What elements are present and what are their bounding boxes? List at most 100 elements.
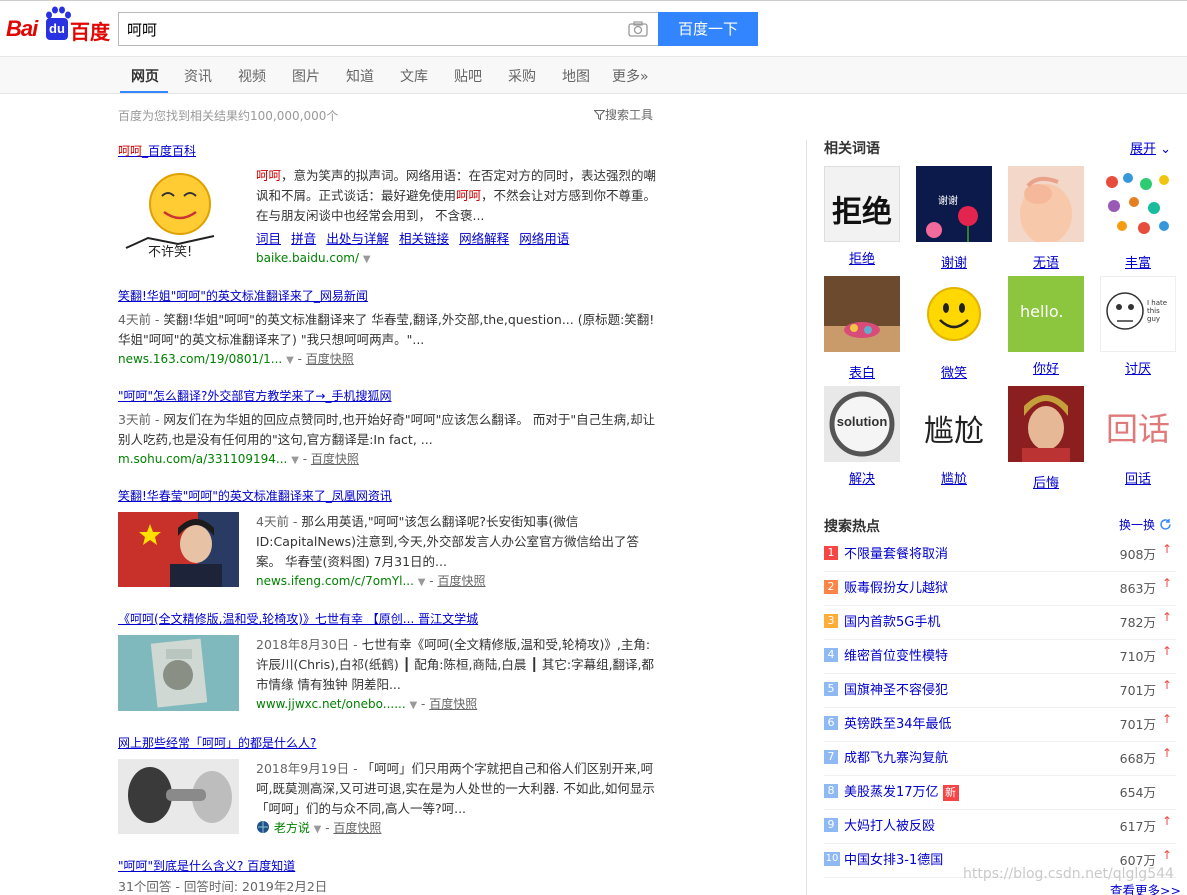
related-image: 尴尬 [916,386,992,462]
more-link[interactable]: 查看更多>> [1110,880,1181,895]
hot-title-link[interactable]: 国内首款5G手机 [844,611,940,630]
baidu-logo[interactable]: Bai du 百度 [6,6,110,46]
tab-images[interactable]: 图片 [292,66,320,86]
hot-count: 782万 [1119,615,1156,630]
hot-item[interactable]: 5 国旗神圣不容侵犯 701万 ↑ [824,674,1176,708]
related-item-jiejue[interactable]: solution 解决 [824,386,900,487]
filter-icon [593,110,606,121]
related-item-nihao[interactable]: hello. 你好 [1008,276,1084,377]
result-title[interactable]: 笑翻!华春莹"呵呵"的英文标准翻译来了_凤凰网资讯 [118,487,658,504]
arrow-up-icon: ↑ [1161,848,1172,862]
hot-rank: 7 [824,750,838,764]
sublink-chuchu[interactable]: 出处与详解 [326,231,389,246]
arrow-up-icon: ↑ [1161,712,1172,726]
hot-item[interactable]: 8 美股蒸发17万亿新 654万 [824,776,1176,810]
hot-rank: 10 [824,852,840,866]
top-border [0,0,1187,1]
snapshot-link[interactable]: 百度快照 [306,352,354,366]
hot-item[interactable]: 1 不限量套餐将取消 908万 ↑ [824,538,1176,572]
arrow-up-icon: ↑ [1161,576,1172,590]
hot-item[interactable]: 4 维密首位变性模特 710万 ↑ [824,640,1176,674]
sublink-citiao[interactable]: 词目 [256,231,281,246]
hot-count: 710万 [1119,649,1156,664]
tab-wenku[interactable]: 文库 [400,66,428,86]
spokesperson-thumbnail[interactable] [118,512,239,587]
related-item-xiexie[interactable]: 谢谢 谢谢 [916,166,992,271]
tab-map[interactable]: 地图 [562,66,590,86]
related-item-houhui[interactable]: 后悔 [1008,386,1084,491]
arrow-up-icon: ↑ [1161,610,1172,624]
hot-item[interactable]: 7 成都飞九寨沟复航 668万 ↑ [824,742,1176,776]
hot-item[interactable]: 3 国内首款5G手机 782万 ↑ [824,606,1176,640]
related-item-huihua[interactable]: 回话 回话 [1100,386,1176,487]
hot-count: 701万 [1119,683,1156,698]
result-abstract: 2018年8月30日 - 七世有幸《呵呵(全文精修版,温和受,轮椅攻)》,主角:… [256,637,655,692]
refresh-label: 换一换 [1119,518,1156,532]
expand-button[interactable]: 展开 ⌄ [1130,138,1171,157]
new-badge: 新 [942,785,959,801]
search-input[interactable] [119,13,599,45]
svg-text:谢谢: 谢谢 [938,194,958,207]
search-button[interactable]: 百度一下 [658,12,758,46]
tab-web[interactable]: 网页 [131,66,159,86]
refresh-button[interactable]: 换一换 [1119,516,1172,533]
result-title[interactable]: 网上那些经常「呵呵」的都是什么人? [118,734,658,751]
svg-text:不许笑!: 不许笑! [148,244,192,260]
related-item-jujue[interactable]: 拒绝 拒绝 [824,166,900,267]
related-item-biaobai[interactable]: 表白 [824,276,900,381]
hot-title-link[interactable]: 美股蒸发17万亿新 [844,781,959,801]
camera-icon[interactable] [628,21,648,37]
result-title[interactable]: 笑翻!华姐"呵呵"的英文标准翻译来了_网易新闻 [118,287,658,304]
related-image: hello. [1008,276,1084,352]
hot-item[interactable]: 2 贩毒假扮女儿越狱 863万 ↑ [824,572,1176,606]
title-highlight: 呵呵 [118,144,143,158]
result-title[interactable]: "呵呵"怎么翻译?外交部官方教学来了→_手机搜狐网 [118,387,658,404]
hot-title-link[interactable]: 不限量套餐将取消 [844,543,948,562]
snapshot-link[interactable]: 百度快照 [437,574,485,588]
result-title[interactable]: 呵呵_百度百科 [118,142,658,159]
tab-video[interactable]: 视频 [238,66,266,86]
hot-title-link[interactable]: 大妈打人被反殴 [844,815,935,834]
tab-tieba[interactable]: 贴吧 [454,66,482,86]
related-item-fengfu[interactable]: 丰富 [1100,166,1176,271]
hot-item[interactable]: 6 英镑跌至34年最低 701万 ↑ [824,708,1176,742]
caret-down-icon: ▼ [362,254,371,265]
active-tab-indicator [120,91,168,93]
hot-item[interactable]: 9 大妈打人被反殴 617万 ↑ [824,810,1176,844]
snapshot-link[interactable]: 百度快照 [333,821,381,835]
logo-bai: Bai [6,16,38,41]
hot-title-link[interactable]: 维密首位变性模特 [844,645,948,664]
related-image [916,276,992,352]
related-item-ganga[interactable]: 尴尬 尴尬 [916,386,992,487]
hot-count: 617万 [1119,819,1156,834]
hot-title-link[interactable]: 英镑跌至34年最低 [844,713,952,732]
hot-title-link[interactable]: 成都飞九寨沟复航 [844,747,948,766]
sublink-wangluojieshi[interactable]: 网络解释 [459,231,509,246]
hot-title-link[interactable]: 中国女排3-1德国 [844,849,943,868]
hot-title-link[interactable]: 国旗神圣不容侵犯 [844,679,948,698]
novel-cover-thumbnail[interactable] [118,635,239,711]
tab-news[interactable]: 资讯 [184,66,212,86]
sublink-wangluoyongyu[interactable]: 网络用语 [519,231,569,246]
result-title[interactable]: "呵呵"到底是什么含义? 百度知道 [118,857,658,874]
hot-title-text: 贩毒假扮女儿越狱 [844,581,949,596]
smiley-thumbnail[interactable]: 不许笑! [118,166,239,266]
faces-thumbnail[interactable] [118,759,239,834]
tab-zhidao[interactable]: 知道 [346,66,374,86]
sublink-xiangguan[interactable]: 相关链接 [399,231,449,246]
result-title[interactable]: 《呵呵(全文精修版,温和受,轮椅攻)》七世有幸 【原创... 晋江文学城 [118,610,658,627]
snapshot-link[interactable]: 百度快照 [311,452,359,466]
related-item-wuyu[interactable]: 无语 [1008,166,1084,271]
tab-caigou[interactable]: 采购 [508,66,536,86]
sublink-pinyin[interactable]: 拼音 [291,231,316,246]
related-image [1100,166,1176,242]
related-item-weixiao[interactable]: 微笑 [916,276,992,381]
related-item-taoyan[interactable]: I hate this guy 讨厌 [1100,276,1176,377]
tab-more[interactable]: 更多» [612,66,649,86]
snapshot-link[interactable]: 百度快照 [429,697,477,711]
related-title: 相关词语 [824,141,880,157]
hot-title-link[interactable]: 贩毒假扮女儿越狱 [844,577,948,596]
search-tools[interactable]: 搜索工具 [593,106,653,123]
hot-rank: 5 [824,682,838,696]
related-image [1008,386,1084,462]
